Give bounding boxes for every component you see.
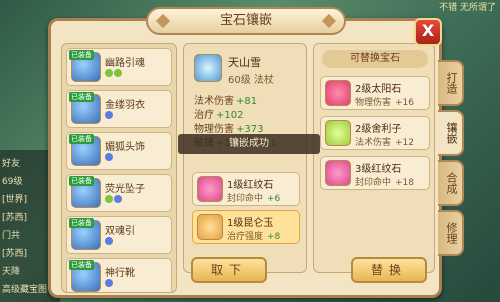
- gem-indicators: [105, 111, 114, 122]
- gem-stat-value: +18: [395, 178, 415, 188]
- gem-dot-icon: [105, 69, 113, 77]
- gem-indicators: [105, 237, 114, 248]
- close-icon: X: [421, 21, 435, 40]
- gem-stat-label: 封印命中: [355, 178, 392, 188]
- equipped-badge: 已装备: [69, 176, 94, 186]
- gem-dot-icon: [105, 237, 113, 245]
- gem-dot-icon: [105, 279, 113, 287]
- gem-dot-icon: [114, 195, 122, 203]
- gem-dot-icon: [105, 195, 113, 203]
- gem-dot-icon: [105, 111, 113, 119]
- replace-button[interactable]: 替换: [351, 257, 427, 283]
- slot-gem-name: 1级红纹石: [227, 180, 274, 191]
- equipped-badge: 已装备: [69, 218, 94, 228]
- close-button[interactable]: X: [414, 18, 442, 46]
- stat-row: 法术伤害 +81: [194, 92, 257, 107]
- slot-stat-label: 封印命中: [227, 194, 264, 204]
- equipped-badge: 已装备: [69, 260, 94, 270]
- dialog-title: 宝石镶嵌: [219, 13, 272, 28]
- weapon-name: 天山雪: [228, 56, 261, 69]
- tab-combine[interactable]: 合成: [438, 160, 464, 206]
- list-item[interactable]: 已装备 神行靴: [66, 258, 172, 292]
- gem-indicators: [105, 195, 123, 206]
- title-deco-icon: [155, 13, 171, 29]
- gem-name: 3级红纹石: [355, 164, 402, 175]
- gem-inlay-dialog: 宝石镶嵌 已装备 幽路引魂 已装备 金缕羽衣 已装备 媚狐头饰 已装备 荧光坠子…: [48, 7, 442, 298]
- equipped-badge: 已装备: [69, 92, 94, 102]
- list-item[interactable]: 已装备 幽路引魂: [66, 48, 172, 86]
- jade-gem-icon: [197, 214, 223, 240]
- replaceable-gem-item[interactable]: 2级太阳石 物理伤害 +16: [320, 76, 430, 110]
- dialog-title-plate: 宝石镶嵌: [146, 7, 346, 35]
- equipment-name: 媚狐头饰: [105, 142, 145, 153]
- red-gem-icon: [325, 160, 351, 186]
- gem-stat: 法术伤害 +12: [355, 135, 414, 148]
- tab-repair[interactable]: 修理: [438, 210, 464, 256]
- weapon-detail-panel: 天山雪 60级 法杖 法术伤害+81 治疗+102 物理伤害+373 敏捷+1 …: [183, 43, 307, 273]
- toast-message: 镶嵌成功: [178, 134, 320, 154]
- list-item[interactable]: 已装备 双魂引: [66, 216, 172, 254]
- slot-gem-stat: 封印命中 +6: [227, 191, 280, 204]
- gem-stat-value: +16: [395, 98, 415, 108]
- gem-stat-label: 物理伤害: [355, 98, 392, 108]
- gem-stat-label: 法术伤害: [355, 138, 392, 148]
- slot-stat-label: 治疗强度: [227, 232, 264, 242]
- gem-dot-icon: [105, 153, 113, 161]
- gem-slot-selected[interactable]: 1级昆仑玉 治疗强度 +8: [192, 210, 300, 244]
- equipped-badge: 已装备: [69, 134, 94, 144]
- replaceable-gem-item[interactable]: 3级红纹石 封印命中 +18: [320, 156, 430, 190]
- slot-gem-name: 1级昆仑玉: [227, 218, 274, 229]
- gem-indicators: [105, 69, 123, 80]
- red-gem-icon: [197, 176, 223, 202]
- tab-forge[interactable]: 打造: [438, 60, 464, 106]
- equipped-badge: 已装备: [69, 50, 94, 60]
- weapon-icon: [194, 54, 222, 82]
- gem-name: 2级太阳石: [355, 84, 402, 95]
- gem-dot-icon: [114, 69, 122, 77]
- gem-slot[interactable]: 1级红纹石 封印命中 +6: [192, 172, 300, 206]
- equipment-list[interactable]: 已装备 幽路引魂 已装备 金缕羽衣 已装备 媚狐头饰 已装备 荧光坠子 已装备 …: [61, 43, 177, 293]
- sun-stone-icon: [325, 80, 351, 106]
- gem-stat-value: +12: [395, 138, 415, 148]
- top-right-text: 不错 无所谓了: [439, 3, 496, 13]
- stat-row: 治疗 +102: [194, 106, 243, 121]
- equipment-name: 幽路引魂: [105, 58, 145, 69]
- slot-gem-stat: 治疗强度 +8: [227, 229, 280, 242]
- list-item[interactable]: 已装备 荧光坠子: [66, 174, 172, 212]
- equipment-name: 神行靴: [105, 268, 135, 279]
- gem-stat: 封印命中 +18: [355, 175, 414, 188]
- replaceable-gems-header: 可替换宝石: [322, 50, 428, 68]
- gem-name: 2级舍利子: [355, 124, 402, 135]
- slot-stat-value: +6: [267, 194, 281, 204]
- stat-row: 物理伤害 +373: [194, 120, 263, 135]
- list-item[interactable]: 已装备 媚狐头饰: [66, 132, 172, 170]
- relic-gem-icon: [325, 120, 351, 146]
- replaceable-gems-panel: 可替换宝石 2级太阳石 物理伤害 +16 2级舍利子 法术伤害 +12 3级红纹石 …: [313, 43, 435, 273]
- title-deco-icon: [321, 13, 337, 29]
- slot-stat-value: +8: [267, 232, 281, 242]
- tab-inlay[interactable]: 镶嵌: [438, 110, 464, 156]
- gem-indicators: [105, 153, 114, 164]
- equipment-name: 金缕羽衣: [105, 100, 145, 111]
- equipment-name: 双魂引: [105, 226, 135, 237]
- weapon-level-type: 60级 法杖: [228, 75, 274, 86]
- replaceable-gem-item[interactable]: 2级舍利子 法术伤害 +12: [320, 116, 430, 150]
- equipment-name: 荧光坠子: [105, 184, 145, 195]
- remove-button[interactable]: 取下: [191, 257, 267, 283]
- list-item[interactable]: 已装备 金缕羽衣: [66, 90, 172, 128]
- gem-stat: 物理伤害 +16: [355, 95, 414, 108]
- gem-indicators: [105, 279, 114, 290]
